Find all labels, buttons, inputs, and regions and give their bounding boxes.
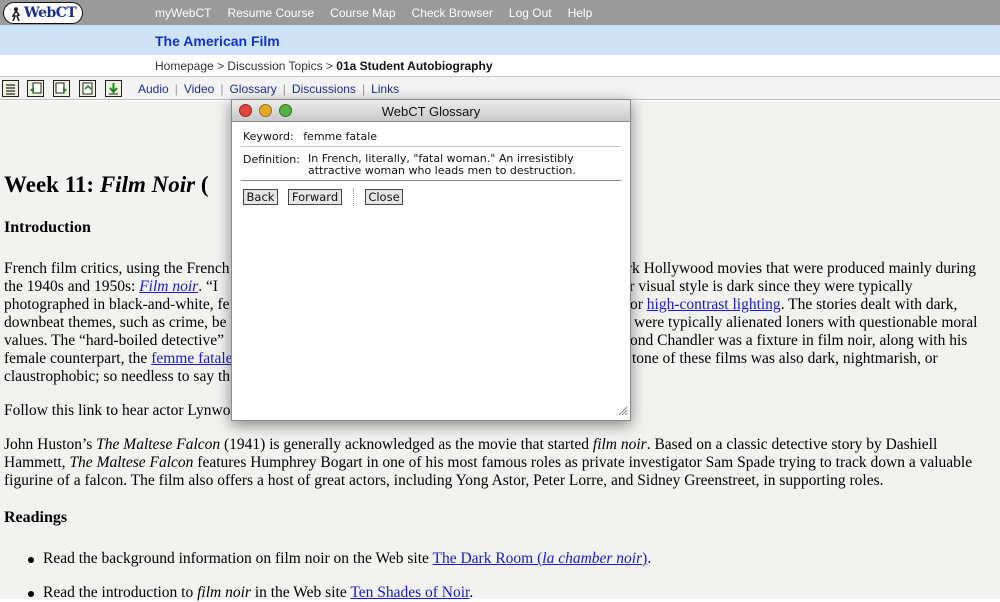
breadcrumb-current: 01a Student Autobiography — [336, 59, 493, 73]
high-contrast-lighting-link[interactable]: high-contrast lighting — [647, 296, 781, 313]
text: photographed in black-and-white, fe — [4, 296, 230, 313]
heading-italic: Film Noir — [99, 172, 196, 197]
text: values. The “hard-boiled detective” — [4, 332, 225, 349]
reading-item: Read the introduction to film noir in th… — [28, 584, 988, 602]
text: . — [647, 550, 652, 567]
text: or — [630, 296, 643, 313]
huston-line-2: Hammett, The Maltese Falcon features Hum… — [4, 454, 994, 472]
logo-text: WebCT — [24, 5, 77, 21]
text: . The stories dealt with dark, — [780, 296, 958, 313]
text: . Based on a classic detective story by … — [646, 436, 938, 453]
keyword-row: Keyword: femme fatale — [243, 130, 377, 143]
nav-course-map[interactable]: Course Map — [330, 6, 395, 20]
intro-heading: Introduction — [4, 219, 91, 236]
text: downbeat themes, such as crime, be — [4, 314, 227, 331]
close-button[interactable]: Close — [365, 189, 403, 205]
glossary-title-bar[interactable]: WebCT Glossary — [232, 100, 630, 122]
top-nav-links: myWebCT Resume Course Course Map Check B… — [155, 0, 608, 25]
breadcrumb-separator: > — [217, 59, 225, 73]
text: tone of these films was also dark, night… — [632, 350, 938, 367]
definition-value: In French, literally, "fatal woman." An … — [308, 152, 576, 177]
dark-room-link[interactable]: The Dark Room (la chamber noir) — [433, 550, 648, 567]
breadcrumb-discussion-topics[interactable]: Discussion Topics — [227, 59, 322, 73]
readings-heading: Readings — [4, 509, 68, 526]
resize-grip-icon[interactable] — [618, 406, 628, 419]
webct-figure-icon — [10, 6, 22, 22]
film-noir-link[interactable]: Film noir — [139, 278, 198, 295]
breadcrumb: Homepage > Discussion Topics > 01a Stude… — [0, 55, 1000, 77]
femme-fatale-link[interactable]: femme fatale — [151, 350, 232, 367]
text: The Maltese Falcon — [96, 436, 221, 453]
list-icon[interactable] — [2, 80, 19, 97]
text: features Humphrey Bogart in one of his m… — [197, 454, 973, 471]
course-toolbar: Audio | Video | Glossary | Discussions | Links — [0, 77, 1000, 100]
text: were typically alienated loners with que… — [634, 314, 978, 331]
page-back-icon[interactable] — [27, 80, 44, 97]
huston-line-3: figurine of a falcon. The film also offe… — [4, 472, 884, 489]
top-nav-bar: WebCT myWebCT Resume Course Course Map C… — [0, 0, 1000, 25]
nav-mywebct[interactable]: myWebCT — [155, 6, 211, 20]
heading-prefix: Week 11: — [4, 172, 95, 197]
forward-button[interactable]: Forward — [288, 189, 342, 205]
glossary-window: WebCT Glossary Keyword: femme fatale Def… — [231, 99, 631, 421]
text: ond Chandler was a fixture in film noir,… — [630, 332, 968, 349]
tool-link-video[interactable]: Video — [184, 82, 214, 96]
course-title[interactable]: The American Film — [155, 33, 280, 49]
divider — [241, 180, 621, 181]
huston-line-1: John Huston’s The Maltese Falcon (1941) … — [4, 436, 994, 454]
text: . “I — [198, 278, 218, 295]
link-text-italic[interactable]: la chamber noir — [542, 550, 642, 567]
text: The Maltese Falcon — [69, 454, 194, 471]
keyword-value: femme fatale — [303, 130, 378, 143]
reading-item: Read the background information on film … — [28, 550, 988, 568]
text: ark Hollywood movies that were produced … — [620, 260, 976, 277]
nav-check-browser[interactable]: Check Browser — [412, 6, 493, 20]
heading-suffix: ( — [200, 172, 209, 197]
tool-link-links[interactable]: Links — [371, 82, 399, 96]
glossary-window-title: WebCT Glossary — [381, 104, 481, 119]
divider — [241, 146, 621, 147]
page-icon[interactable] — [79, 80, 96, 97]
text: . — [469, 584, 474, 601]
text: French film critics, using the French — [4, 260, 230, 277]
definition-label: Definition: — [243, 153, 300, 166]
text: film noir — [592, 436, 647, 453]
ten-shades-of-noir-link[interactable]: Ten Shades of Noir — [350, 584, 469, 601]
text: John Huston’s — [4, 436, 93, 453]
link-text[interactable]: The Dark Room ( — [433, 550, 543, 567]
download-icon[interactable] — [105, 80, 122, 97]
nav-log-out[interactable]: Log Out — [509, 6, 552, 20]
text: (1941) is generally acknowledged as the … — [224, 436, 590, 453]
tool-link-audio[interactable]: Audio — [138, 82, 169, 96]
text: Hammett, — [4, 454, 66, 471]
webct-logo[interactable]: WebCT — [3, 2, 83, 24]
text: claustrophobic; so needless to say th — [4, 368, 230, 385]
course-title-bar: The American Film — [0, 25, 1000, 55]
divider — [353, 188, 354, 206]
text: film noir — [197, 584, 251, 601]
text: the 1940s and 1950s: — [4, 278, 136, 295]
text: Read the background information on film … — [43, 550, 429, 567]
nav-help[interactable]: Help — [568, 6, 593, 20]
tool-link-glossary[interactable]: Glossary — [229, 82, 276, 96]
text: in the Web site — [254, 584, 347, 601]
text: Read the introduction to — [43, 584, 194, 601]
page-forward-icon[interactable] — [53, 80, 70, 97]
toolbar-links: Audio | Video | Glossary | Discussions | Links — [138, 82, 400, 96]
keyword-label: Keyword: — [243, 130, 294, 143]
page-heading: Week 11: Film Noir ( — [4, 172, 208, 198]
text: female counterpart, the — [4, 350, 148, 367]
nav-resume-course[interactable]: Resume Course — [227, 6, 314, 20]
tool-link-discussions[interactable]: Discussions — [292, 82, 356, 96]
back-button[interactable]: Back — [243, 189, 278, 205]
breadcrumb-separator: > — [325, 59, 333, 73]
text: ir visual style is dark since they were … — [625, 278, 913, 295]
breadcrumb-homepage[interactable]: Homepage — [155, 59, 214, 73]
glossary-body: Keyword: femme fatale Definition: In Fre… — [232, 122, 630, 421]
